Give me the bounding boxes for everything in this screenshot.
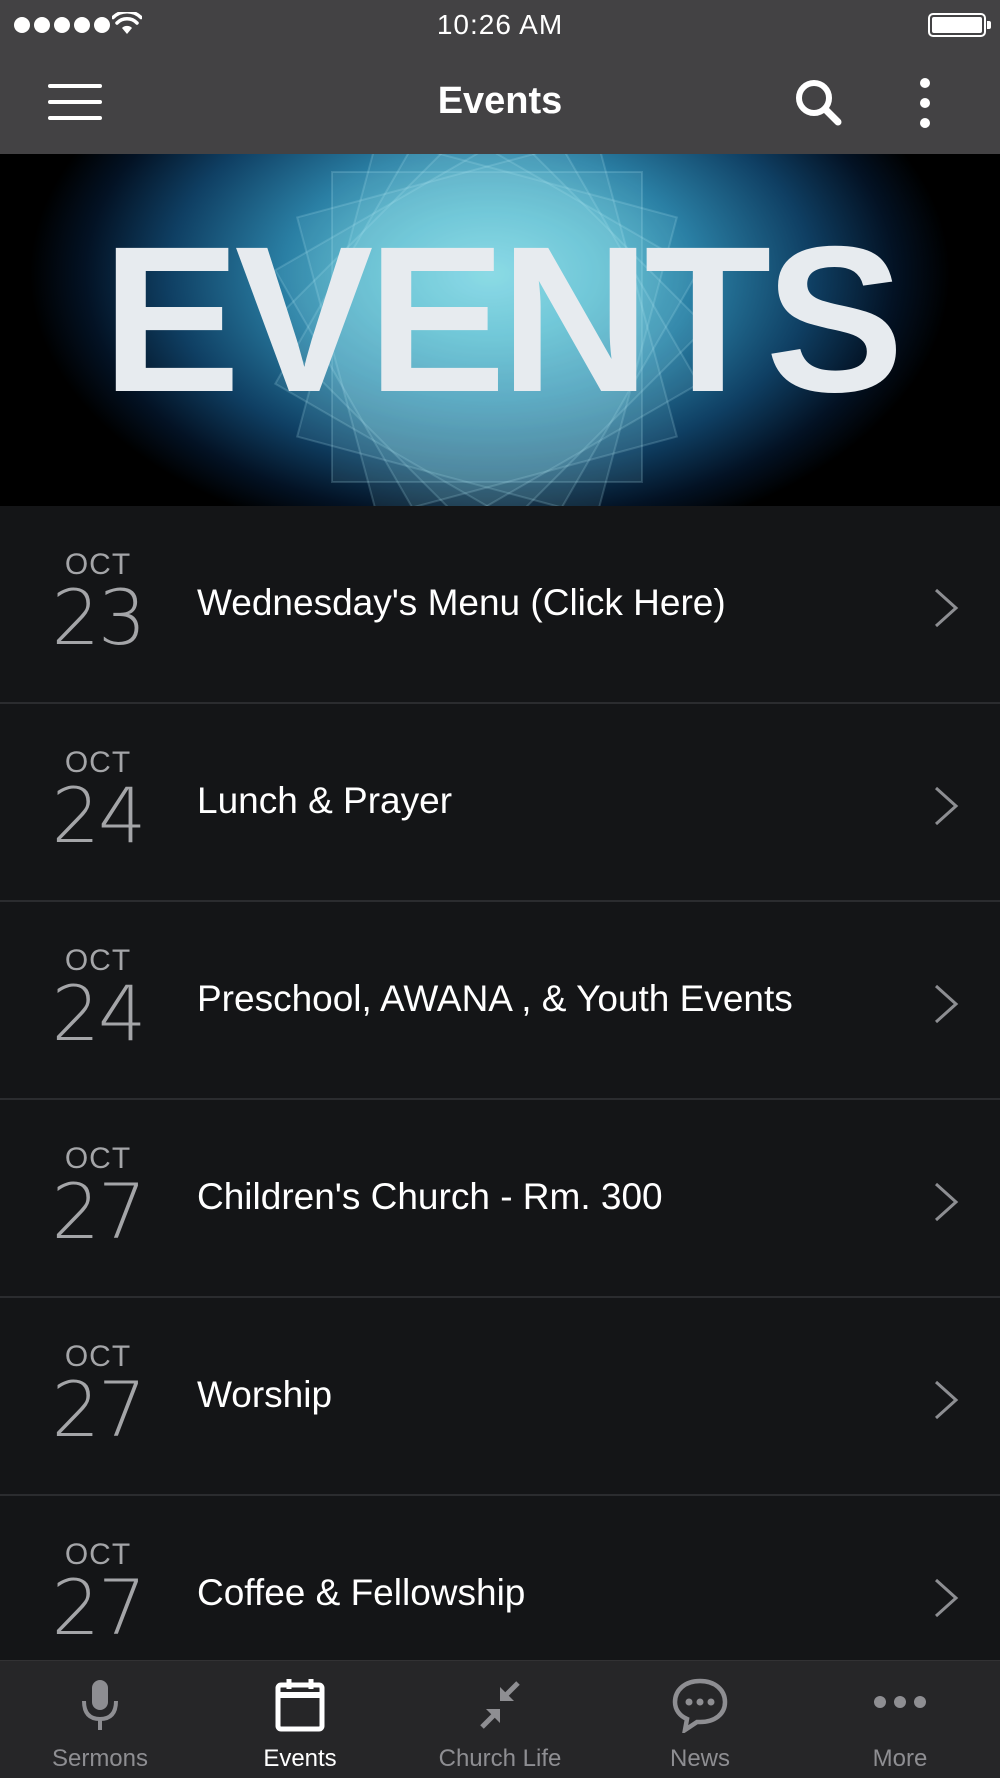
status-bar: 10:26 AM (0, 0, 1000, 50)
chat-bubble-icon (672, 1678, 728, 1733)
event-title: Wednesday's Menu (Click Here) (197, 582, 726, 623)
more-dots-icon (874, 1696, 926, 1708)
event-row[interactable]: OCT 23 Wednesday's Menu (Click Here) (0, 506, 1000, 704)
event-day: 27 (51, 1365, 147, 1454)
tab-news[interactable]: News (600, 1661, 800, 1778)
chevron-right-icon (934, 588, 959, 628)
nav-bar: Events (0, 50, 1000, 154)
tab-events[interactable]: Events (200, 1661, 400, 1778)
banner-title: EVENTS (101, 204, 904, 436)
microphone-icon (82, 1680, 118, 1730)
events-banner: EVENTS (0, 154, 1000, 506)
chevron-right-icon (934, 1578, 959, 1618)
event-day: 27 (51, 1563, 147, 1652)
event-row[interactable]: OCT 24 Preschool, AWANA , & Youth Events (0, 902, 1000, 1100)
tab-label: Church Life (438, 1745, 562, 1772)
status-time: 10:26 AM (436, 9, 564, 40)
event-day: 24 (51, 771, 147, 860)
chevron-right-icon (934, 1182, 959, 1222)
search-icon[interactable] (792, 76, 844, 128)
event-day: 24 (51, 969, 147, 1058)
calendar-icon (275, 1679, 325, 1732)
tab-sermons[interactable]: Sermons (0, 1661, 200, 1778)
chevron-right-icon (934, 786, 959, 826)
event-row[interactable]: OCT 27 Children's Church - Rm. 300 (0, 1100, 1000, 1298)
tab-label: Events (263, 1745, 337, 1772)
battery-icon (928, 13, 991, 37)
event-list: OCT 23 Wednesday's Menu (Click Here) OCT… (0, 506, 1000, 1694)
event-row[interactable]: OCT 24 Lunch & Prayer (0, 704, 1000, 902)
event-title: Worship (197, 1374, 333, 1415)
event-title: Lunch & Prayer (197, 780, 453, 821)
tab-label: More (872, 1745, 928, 1772)
event-row[interactable]: OCT 27 Worship (0, 1298, 1000, 1496)
event-title: Preschool, AWANA , & Youth Events (197, 978, 793, 1019)
event-day: 27 (51, 1167, 147, 1256)
event-title: Children's Church - Rm. 300 (197, 1176, 663, 1217)
event-day: 23 (51, 573, 147, 662)
tab-label: News (669, 1745, 730, 1772)
chevron-right-icon (934, 1380, 959, 1420)
tab-bar: Sermons Events Church Life News More (0, 1660, 1000, 1778)
tab-label: Sermons (51, 1745, 149, 1772)
more-options-icon[interactable] (910, 76, 940, 130)
event-title: Coffee & Fellowship (197, 1572, 526, 1613)
tab-more[interactable]: More (800, 1661, 1000, 1778)
page-title: Events (437, 80, 563, 122)
compress-arrows-icon (480, 1681, 520, 1729)
tab-church-life[interactable]: Church Life (400, 1661, 600, 1778)
chevron-right-icon (934, 984, 959, 1024)
